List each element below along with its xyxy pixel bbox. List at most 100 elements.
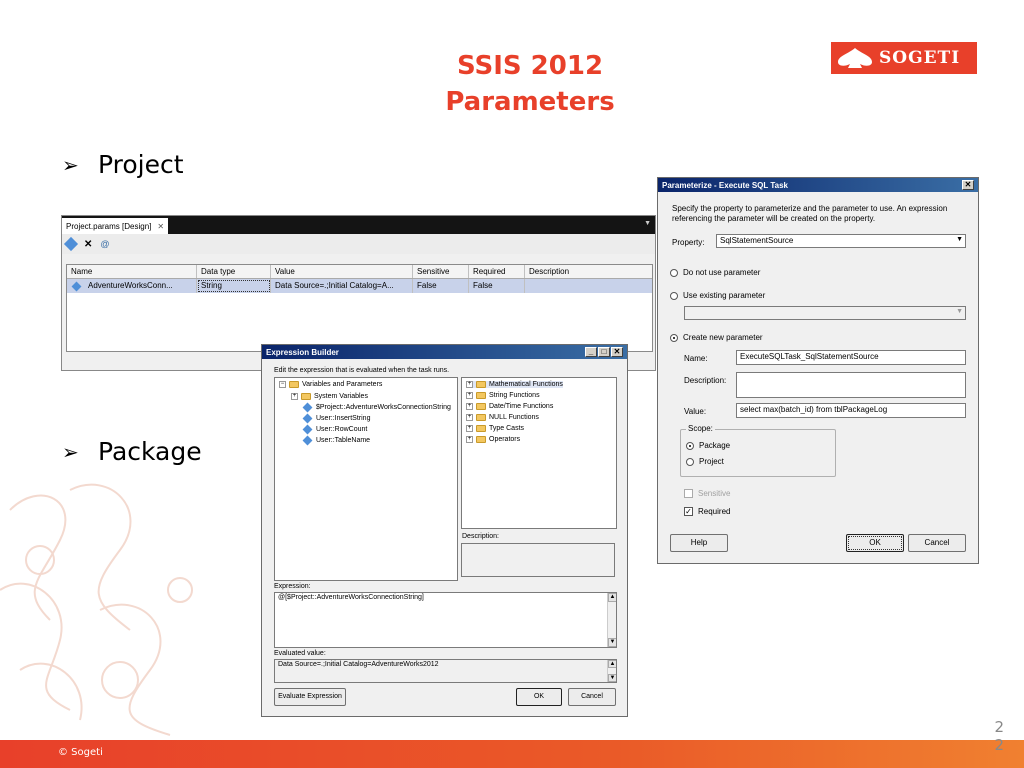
tree-node-string-functions[interactable]: + String Functions [466,392,540,399]
radio-icon[interactable] [686,457,694,466]
tree-node-variable[interactable]: User::RowCount [302,424,367,435]
value-label: Value: [684,407,707,416]
sensitive-checkbox[interactable]: Sensitive [684,489,730,499]
cell-value[interactable]: Data Source=.;Initial Catalog=A... [271,279,413,293]
scroll-down-icon[interactable]: ▼ [608,638,616,647]
scroll-up-icon[interactable]: ▲ [608,593,616,602]
evaluated-value-label: Evaluated value: [274,650,326,657]
radio-scope-package[interactable]: Package [686,441,730,450]
expression-input[interactable]: @[$Project::AdventureWorksConnectionStri… [274,592,617,648]
cell-sensitive[interactable]: False [413,279,469,293]
col-required[interactable]: Required [469,265,525,278]
checkmark-icon[interactable]: ✓ [684,507,693,517]
cell-name[interactable]: AdventureWorksConn... [67,279,197,293]
col-sensitive[interactable]: Sensitive [413,265,469,278]
collapse-icon[interactable]: − [279,381,286,388]
cell-required[interactable]: False [469,279,525,293]
close-tab-icon[interactable]: ✕ [157,222,164,231]
help-button[interactable]: Help [670,534,728,552]
radio-existing-param[interactable]: Use existing parameter [670,291,765,300]
table-row[interactable]: AdventureWorksConn... String Data Source… [67,279,652,293]
expand-icon[interactable]: + [466,436,473,443]
tab-strip: Project.params [Design] ✕ ▼ [62,216,655,234]
property-label: Property: [672,238,705,247]
footer-copyright: © Sogeti [58,747,103,758]
scrollbar[interactable]: ▲ ▼ [607,593,616,647]
expand-icon[interactable]: + [291,393,298,400]
add-parameter-icon[interactable] [63,236,79,252]
folder-icon [476,425,486,432]
expand-icon[interactable]: + [466,392,473,399]
dropdown-arrow-icon[interactable]: ▼ [956,236,963,243]
variable-icon [302,435,313,446]
radio-scope-project[interactable]: Project [686,457,724,466]
tree-node-variables[interactable]: − Variables and Parameters [279,381,382,388]
expand-icon[interactable]: + [466,425,473,432]
scroll-up-icon[interactable]: ▲ [608,660,616,668]
params-grid: Name Data type Value Sensitive Required … [66,264,653,352]
radio-icon[interactable] [670,268,678,277]
cancel-button[interactable]: Cancel [908,534,966,552]
value-input[interactable]: select max(batch_id) from tblPackageLog [736,403,966,418]
slide-title-line2: Parameters [445,87,615,117]
radio-icon[interactable] [670,291,678,300]
expression-label: Expression: [274,583,311,590]
tree-node-variable[interactable]: $Project::AdventureWorksConnectionString [302,402,451,413]
expand-icon[interactable]: + [466,381,473,388]
radio-new-param[interactable]: Create new parameter [670,333,763,342]
col-value[interactable]: Value [271,265,413,278]
radio-icon[interactable] [686,441,694,450]
tree-node-type-casts[interactable]: + Type Casts [466,425,524,432]
checkbox-icon[interactable] [684,489,693,499]
ok-button[interactable]: OK [516,688,562,706]
parameterize-dialog: Parameterize - Execute SQL Task ✕ Specif… [657,177,979,564]
description-input[interactable] [736,372,966,398]
expand-icon[interactable]: + [466,403,473,410]
functions-tree[interactable]: + Mathematical Functions + String Function… [461,377,617,529]
delete-icon[interactable]: ✕ [84,239,92,250]
scrollbar[interactable]: ▲ ▼ [607,660,616,682]
dialog-title: Parameterize - Execute SQL Task [662,180,788,190]
minimize-icon[interactable]: _ [585,347,597,357]
cell-data-type[interactable]: String [197,279,271,293]
add-to-config-icon[interactable]: @ [100,239,109,249]
tree-node-system-variables[interactable]: + System Variables [291,393,368,400]
evaluate-expression-button[interactable]: Evaluate Expression [274,688,346,706]
dropdown-arrow-icon[interactable]: ▼ [956,308,963,315]
tree-node-operators[interactable]: + Operators [466,436,520,443]
folder-icon [476,381,486,388]
tree-node-math-functions[interactable]: + Mathematical Functions [466,381,563,388]
dropdown-arrow-icon[interactable]: ▼ [644,220,651,227]
arrow-bullet-icon: ➢ [62,152,79,177]
cell-description[interactable] [525,279,652,293]
instruction-text: Edit the expression that is evaluated wh… [274,367,450,374]
variables-tree[interactable]: − Variables and Parameters + System Variab… [274,377,458,581]
tree-node-variable[interactable]: User::InsertString [302,413,370,424]
property-select[interactable]: SqlStatementSource ▼ [716,234,966,248]
name-input[interactable]: ExecuteSQLTask_SqlStatementSource [736,350,966,365]
radio-no-param[interactable]: Do not use parameter [670,268,760,277]
tab-project-params[interactable]: Project.params [Design] ✕ [62,218,169,234]
parameter-icon [71,281,82,291]
scroll-down-icon[interactable]: ▼ [608,674,616,682]
tree-node-null-functions[interactable]: + NULL Functions [466,414,539,421]
required-checkbox[interactable]: ✓ Required [684,507,730,517]
bullet-package-text: Package [98,437,202,466]
bullet-project-text: Project [98,150,184,179]
col-name[interactable]: Name [67,265,197,278]
maximize-icon[interactable]: □ [598,347,610,357]
title-bar: Parameterize - Execute SQL Task ✕ [658,178,978,192]
close-icon[interactable]: ✕ [962,180,974,190]
expand-icon[interactable]: + [466,414,473,421]
existing-param-select[interactable]: ▼ [684,306,966,320]
tree-node-datetime-functions[interactable]: + Date/Time Functions [466,403,553,410]
col-description[interactable]: Description [525,265,652,278]
radio-icon[interactable] [670,333,678,342]
col-data-type[interactable]: Data type [197,265,271,278]
spade-icon [831,42,879,74]
tree-node-variable[interactable]: User::TableName [302,435,370,446]
cancel-button[interactable]: Cancel [568,688,616,706]
footer-bar [0,740,1024,768]
ok-button[interactable]: OK [846,534,904,552]
close-icon[interactable]: ✕ [611,347,623,357]
